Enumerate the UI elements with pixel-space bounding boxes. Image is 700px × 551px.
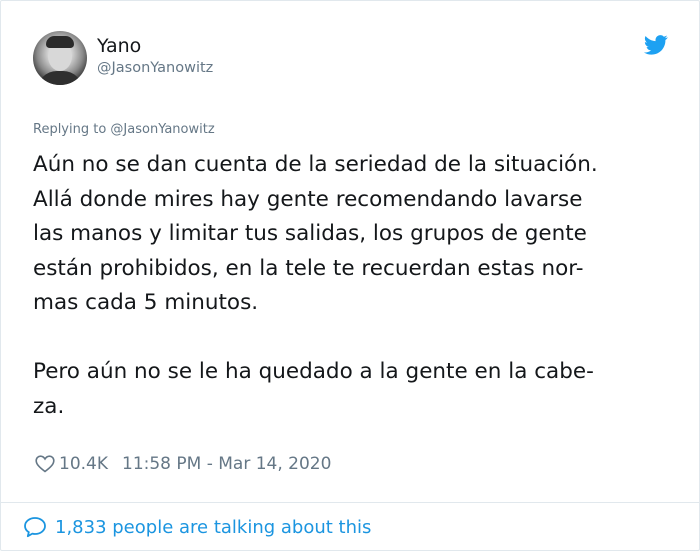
- tweet-timestamp[interactable]: 11:58 PM - Mar 14, 2020: [122, 454, 331, 474]
- avatar-shirt: [37, 71, 83, 85]
- heart-icon[interactable]: [35, 455, 55, 473]
- user-name[interactable]: Yano: [97, 35, 141, 57]
- tweet-card: Yano @JasonYanowitz Replying to @JasonYa…: [0, 0, 700, 551]
- talking-link[interactable]: 1,833 people are talking about this: [23, 513, 371, 541]
- replying-to[interactable]: Replying to @JasonYanowitz: [33, 122, 215, 137]
- divider: [1, 502, 699, 503]
- speech-bubble-icon: [24, 517, 46, 538]
- user-handle[interactable]: @JasonYanowitz: [97, 60, 213, 76]
- twitter-bird-icon[interactable]: [644, 35, 668, 55]
- talking-text[interactable]: 1,833 people are talking about this: [55, 517, 371, 538]
- avatar[interactable]: [33, 31, 87, 85]
- avatar-hair: [46, 36, 74, 48]
- tweet-meta: 10.4K 11:58 PM - Mar 14, 2020: [35, 451, 331, 477]
- like-count[interactable]: 10.4K: [59, 454, 108, 474]
- tweet-text: Aún no se dan cuenta de la seriedad de l…: [33, 152, 598, 419]
